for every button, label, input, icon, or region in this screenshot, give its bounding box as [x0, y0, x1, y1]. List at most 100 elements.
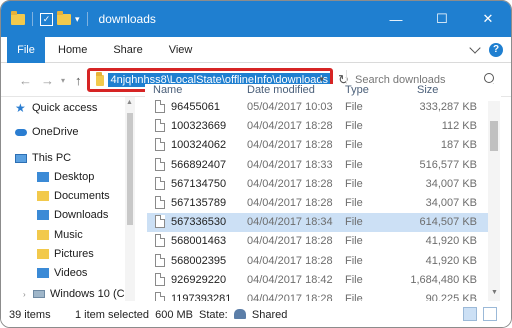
cell-name: 567135789: [171, 197, 227, 209]
help-icon[interactable]: ?: [489, 43, 503, 57]
cell-date: 04/04/2017 18:42: [247, 273, 333, 286]
cell-type: File: [345, 273, 363, 286]
cell-name: 568001463: [171, 235, 227, 248]
tab-view[interactable]: View: [156, 44, 206, 56]
cell-size: 187 KB: [440, 139, 477, 152]
minimize-button[interactable]: —: [373, 1, 419, 37]
quick-access-toolbar: ✓ ▾: [11, 10, 91, 26]
nav-item-label: OneDrive: [32, 126, 79, 138]
table-row[interactable]: 100323669 04/04/2017 18:28 File 112 KB: [147, 117, 491, 136]
file-icon: [155, 234, 165, 248]
cell-date: 04/04/2017 18:34: [247, 216, 333, 229]
ribbon-tabs: File Home Share View ?: [1, 36, 511, 63]
cell-date: 04/04/2017 18:28: [247, 197, 333, 209]
recent-locations-chevron-icon[interactable]: ▾: [61, 76, 65, 85]
cell-size: 34,007 KB: [425, 197, 477, 209]
cell-date: 04/04/2017 18:28: [247, 120, 333, 133]
cell-date: 04/04/2017 18:28: [247, 177, 333, 190]
nav-item-label: Downloads: [54, 209, 109, 221]
title-bar: ✓ ▾ downloads — ☐ ✕: [1, 1, 511, 37]
nav-item-pictures[interactable]: Pictures: [37, 245, 94, 263]
file-list: Name Date modified Type Size 96455061 05/…: [145, 84, 501, 305]
nav-item-onedrive[interactable]: OneDrive: [15, 123, 78, 141]
up-arrow-icon[interactable]: ↑: [75, 73, 82, 88]
cell-name: 568002395: [171, 254, 227, 267]
item-count: 39 items: [9, 309, 51, 321]
tab-file[interactable]: File: [7, 36, 45, 63]
table-row[interactable]: 568002395 04/04/2017 18:28 File 41,920 KB: [147, 252, 491, 271]
nav-item-desktop[interactable]: Desktop: [37, 168, 94, 186]
tab-share[interactable]: Share: [100, 44, 155, 56]
table-row[interactable]: 568001463 04/04/2017 18:28 File 41,920 KB: [147, 232, 491, 251]
large-icons-view-icon[interactable]: [483, 307, 497, 321]
customize-toolbar-chevron-icon[interactable]: ▾: [75, 14, 80, 25]
file-icon: [155, 119, 165, 133]
state-info: State: Shared: [199, 309, 287, 321]
nav-item-label: Desktop: [54, 171, 95, 183]
music-folder-icon: [37, 230, 49, 240]
expand-ribbon-chevron-icon[interactable]: [469, 42, 481, 54]
cell-name: 926929220: [171, 273, 227, 286]
toolbar-divider: [86, 12, 88, 26]
forward-arrow-icon[interactable]: →: [41, 73, 54, 88]
nav-item-label: Windows 10 (C:): [50, 288, 132, 300]
file-icon: [155, 157, 165, 171]
selection-info: 1 item selected 600 MB: [75, 309, 194, 321]
expand-chevron-icon[interactable]: ›: [23, 290, 29, 299]
search-icon[interactable]: [484, 73, 494, 83]
back-arrow-icon[interactable]: ←: [19, 73, 32, 88]
onedrive-icon: [15, 128, 27, 136]
scroll-down-icon[interactable]: ▼: [491, 289, 498, 296]
cell-name: 567336530: [171, 216, 227, 229]
table-row[interactable]: 567134750 04/04/2017 18:28 File 34,007 KB: [147, 175, 491, 194]
nav-item-label: Quick access: [32, 102, 98, 114]
cell-name: 566892407: [171, 158, 227, 171]
cell-name: 96455061: [171, 101, 220, 113]
close-button[interactable]: ✕: [465, 1, 511, 37]
file-icon: [155, 176, 165, 190]
cell-type: File: [345, 216, 363, 229]
cell-size: 34,007 KB: [425, 177, 477, 190]
maximize-button[interactable]: ☐: [419, 1, 465, 37]
details-view-icon[interactable]: [463, 307, 477, 321]
cell-size: 614,507 KB: [419, 216, 478, 229]
table-row[interactable]: 926929220 04/04/2017 18:42 File 1,684,480 K…: [147, 271, 491, 290]
new-folder-icon[interactable]: [57, 10, 71, 25]
file-icon: [155, 100, 165, 113]
table-row[interactable]: 567336530 04/04/2017 18:34 File 614,507 KB: [147, 213, 491, 233]
table-row[interactable]: 566892407 04/04/2017 18:33 File 516,577 KB: [147, 156, 491, 175]
table-row[interactable]: 96455061 05/04/2017 10:03 File 333,287 KB: [147, 98, 491, 117]
cell-date: 05/04/2017 10:03: [247, 101, 333, 113]
nav-item-quick-access[interactable]: ★ Quick access: [15, 99, 97, 117]
file-list-scrollbar-thumb[interactable]: [490, 121, 498, 151]
file-icon: [155, 253, 165, 267]
drive-icon: [33, 290, 45, 298]
nav-pane-scrollbar-thumb[interactable]: [127, 113, 133, 225]
pictures-folder-icon: [37, 249, 49, 259]
folder-icon: [11, 10, 25, 25]
cell-type: File: [345, 120, 363, 133]
nav-item-this-pc[interactable]: This PC: [15, 149, 71, 167]
cell-size: 41,920 KB: [425, 254, 477, 267]
cell-type: File: [345, 197, 363, 209]
cell-size: 1,684,480 KB: [410, 273, 477, 286]
toolbar-divider: [32, 12, 33, 26]
nav-item-downloads[interactable]: Downloads: [37, 206, 108, 224]
folder-icon: [96, 71, 105, 86]
nav-item-music[interactable]: Music: [37, 226, 83, 244]
shared-users-icon: [233, 309, 246, 319]
cell-date: 04/04/2017 18:28: [247, 254, 333, 267]
nav-item-videos[interactable]: Videos: [37, 264, 87, 282]
desktop-folder-icon: [37, 172, 49, 182]
star-icon: ★: [15, 101, 26, 115]
properties-icon[interactable]: ✓: [40, 12, 53, 26]
nav-item-documents[interactable]: Documents: [37, 187, 110, 205]
cell-type: File: [345, 139, 363, 152]
tab-home[interactable]: Home: [45, 44, 100, 56]
file-icon: [155, 272, 165, 286]
table-row[interactable]: 567135789 04/04/2017 18:28 File 34,007 KB: [147, 194, 491, 213]
scroll-up-icon[interactable]: ▲: [126, 99, 133, 106]
file-icon: [155, 215, 165, 229]
nav-item-label: This PC: [32, 152, 72, 164]
table-row[interactable]: 100324062 04/04/2017 18:28 File 187 KB: [147, 136, 491, 155]
